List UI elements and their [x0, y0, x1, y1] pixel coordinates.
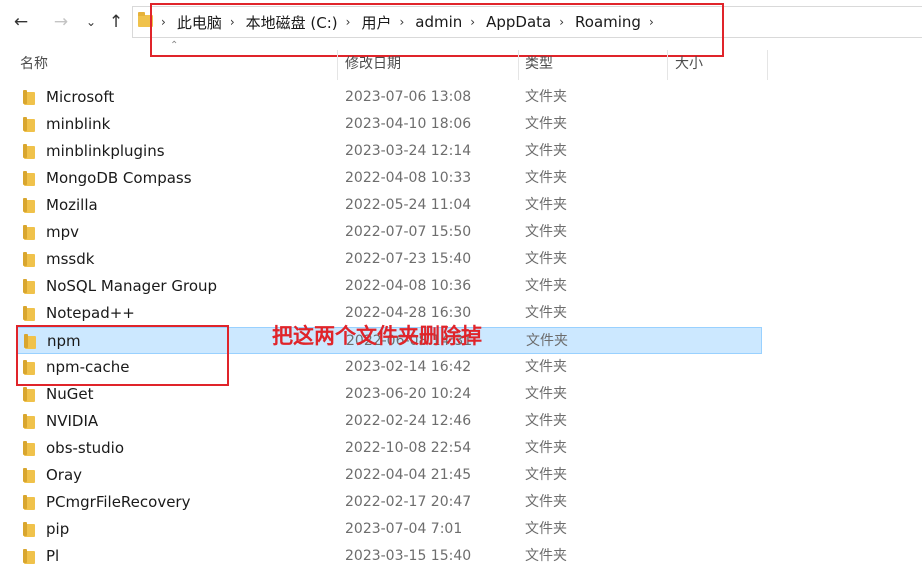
column-size-header[interactable]: 大小 [675, 50, 703, 80]
chevron-down-icon: ⌄ [85, 15, 97, 29]
file-row[interactable]: Pl 2023-03-15 15:40 文件夹 [16, 543, 762, 570]
file-type: 文件夹 [525, 251, 567, 267]
file-date: 2022-05-24 11:04 [345, 197, 472, 213]
folder-icon [23, 495, 35, 510]
file-type: 文件夹 [525, 413, 567, 429]
file-date: 2022-07-07 15:50 [345, 224, 472, 240]
file-date: 2023-03-24 12:14 [345, 143, 472, 159]
file-name: NoSQL Manager Group [46, 277, 218, 295]
annotation-text: 把这两个文件夹删除掉 [272, 324, 482, 348]
file-date: 2022-04-08 10:33 [345, 170, 472, 186]
file-type: 文件夹 [525, 548, 567, 564]
file-row[interactable]: Mozilla 2022-05-24 11:04 文件夹 [16, 192, 762, 219]
file-date: 2022-02-17 20:47 [345, 494, 472, 510]
folder-icon [23, 198, 35, 213]
file-row[interactable]: minblink 2023-04-10 18:06 文件夹 [16, 111, 762, 138]
file-name: Mozilla [46, 196, 98, 214]
file-row[interactable]: Microsoft 2023-07-06 13:08 文件夹 [16, 84, 762, 111]
file-name: minblink [46, 115, 111, 133]
file-row[interactable]: minblinkplugins 2023-03-24 12:14 文件夹 [16, 138, 762, 165]
file-row[interactable]: obs-studio 2022-10-08 22:54 文件夹 [16, 435, 762, 462]
file-name: mssdk [46, 250, 95, 268]
file-name: PCmgrFileRecovery [46, 493, 191, 511]
back-button[interactable]: ← [8, 8, 34, 36]
column-type-header[interactable]: 类型 [525, 50, 553, 80]
file-type: 文件夹 [525, 197, 567, 213]
folder-icon [23, 144, 35, 159]
folders-highlight-box [16, 325, 229, 386]
file-type: 文件夹 [525, 440, 567, 456]
file-row[interactable]: Oray 2022-04-04 21:45 文件夹 [16, 462, 762, 489]
file-type: 文件夹 [525, 89, 567, 105]
file-type: 文件夹 [525, 143, 567, 159]
file-row[interactable]: PCmgrFileRecovery 2022-02-17 20:47 文件夹 [16, 489, 762, 516]
file-date: 2023-07-04 7:01 [345, 521, 463, 537]
recent-locations-button[interactable]: ⌄ [78, 8, 104, 36]
column-divider[interactable] [518, 50, 519, 80]
file-name: pip [46, 520, 70, 538]
file-type: 文件夹 [525, 386, 567, 402]
file-date: 2023-07-06 13:08 [345, 89, 472, 105]
file-type: 文件夹 [525, 359, 567, 375]
folder-icon [23, 90, 35, 105]
folder-icon [23, 117, 35, 132]
file-type: 文件夹 [525, 494, 567, 510]
arrow-left-icon: ← [13, 12, 29, 32]
file-row[interactable]: NVIDIA 2022-02-24 12:46 文件夹 [16, 408, 762, 435]
folder-icon [23, 306, 35, 321]
forward-button[interactable]: → [48, 8, 74, 36]
file-date: 2022-04-04 21:45 [345, 467, 472, 483]
file-date: 2022-07-23 15:40 [345, 251, 472, 267]
file-type: 文件夹 [525, 224, 567, 240]
file-date: 2023-03-15 15:40 [345, 548, 472, 564]
column-divider[interactable] [337, 50, 338, 80]
column-date-header[interactable]: 修改日期 [345, 50, 401, 80]
breadcrumb-highlight-box [150, 3, 724, 57]
file-row[interactable]: mpv 2022-07-07 15:50 文件夹 [16, 219, 762, 246]
file-type: 文件夹 [525, 305, 567, 321]
file-name: Notepad++ [46, 304, 135, 322]
folder-icon [23, 468, 35, 483]
up-button[interactable]: ↑ [103, 8, 129, 36]
folder-icon [23, 279, 35, 294]
folder-icon [23, 171, 35, 186]
file-name: minblinkplugins [46, 142, 165, 160]
folder-icon [23, 252, 35, 267]
column-divider[interactable] [767, 50, 768, 80]
folder-icon [23, 441, 35, 456]
folder-icon [23, 414, 35, 429]
file-type: 文件夹 [525, 170, 567, 186]
file-date: 2022-04-08 10:36 [345, 278, 472, 294]
file-date: 2023-02-14 16:42 [345, 359, 472, 375]
file-type: 文件夹 [525, 116, 567, 132]
file-type: 文件夹 [525, 467, 567, 483]
arrow-right-icon: → [53, 12, 69, 32]
file-name: NVIDIA [46, 412, 99, 430]
column-header-row: 名称 修改日期 类型 大小 [0, 50, 922, 80]
file-name: obs-studio [46, 439, 124, 457]
file-type: 文件夹 [525, 278, 567, 294]
file-row[interactable]: mssdk 2022-07-23 15:40 文件夹 [16, 246, 762, 273]
file-type: 文件夹 [526, 333, 568, 349]
folder-icon [23, 225, 35, 240]
column-name-header[interactable]: 名称 [20, 50, 48, 80]
column-divider[interactable] [667, 50, 668, 80]
file-name: mpv [46, 223, 80, 241]
file-row[interactable]: NoSQL Manager Group 2022-04-08 10:36 文件夹 [16, 273, 762, 300]
file-date: 2023-04-10 18:06 [345, 116, 472, 132]
file-date: 2022-10-08 22:54 [345, 440, 472, 456]
file-name: MongoDB Compass [46, 169, 192, 187]
arrow-up-icon: ↑ [108, 12, 124, 32]
file-name: Microsoft [46, 88, 115, 106]
folder-icon [23, 387, 35, 402]
file-date: 2022-02-24 12:46 [345, 413, 472, 429]
file-row[interactable]: MongoDB Compass 2022-04-08 10:33 文件夹 [16, 165, 762, 192]
folder-icon [23, 522, 35, 537]
file-date: 2023-06-20 10:24 [345, 386, 472, 402]
file-name: Pl [46, 547, 60, 565]
file-row[interactable]: pip 2023-07-04 7:01 文件夹 [16, 516, 762, 543]
file-name: Oray [46, 466, 83, 484]
file-type: 文件夹 [525, 521, 567, 537]
